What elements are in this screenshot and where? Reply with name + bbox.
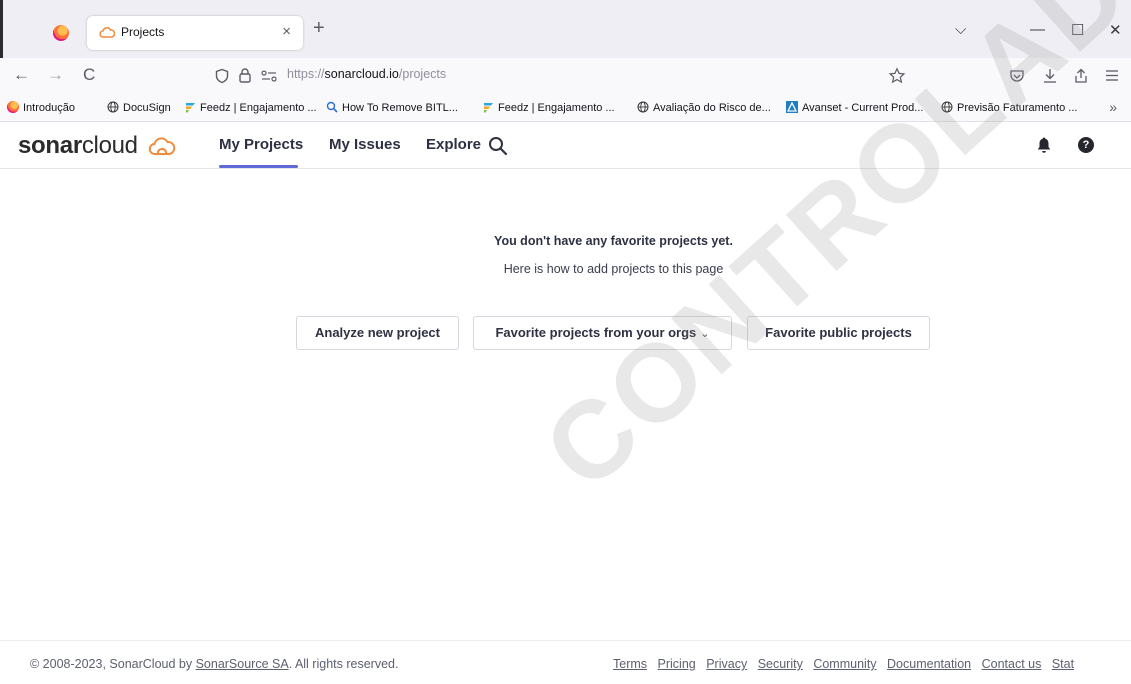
nav-my-issues[interactable]: My Issues bbox=[329, 136, 401, 153]
active-nav-indicator bbox=[219, 165, 298, 168]
bookmark-label: Introdução bbox=[23, 102, 75, 114]
footer-link-pricing[interactable]: Pricing bbox=[658, 657, 696, 671]
lock-icon[interactable] bbox=[238, 67, 252, 84]
footer-link-security[interactable]: Security bbox=[758, 657, 803, 671]
forward-icon[interactable]: → bbox=[47, 65, 64, 85]
footer-link-status[interactable]: Stat bbox=[1052, 657, 1074, 671]
firefox-icon[interactable] bbox=[53, 25, 69, 41]
logo-regular-text: cloud bbox=[81, 132, 138, 159]
empty-state-title: You don't have any favorite projects yet… bbox=[494, 234, 733, 248]
nav-my-projects[interactable]: My Projects bbox=[219, 136, 303, 153]
footer-link-documentation[interactable]: Documentation bbox=[887, 657, 971, 671]
bookmarks-overflow-icon[interactable]: » bbox=[1109, 99, 1117, 115]
page-footer: © 2008-2023, SonarCloud by SonarSource S… bbox=[0, 640, 1131, 684]
list-tabs-icon[interactable]: ⌵ bbox=[955, 21, 966, 38]
bookmark-star-icon[interactable] bbox=[888, 67, 906, 85]
globe-icon bbox=[637, 101, 649, 113]
bookmark-label: Previsão Faturamento ... bbox=[957, 102, 1078, 114]
footer-link-community[interactable]: Community bbox=[813, 657, 876, 671]
cloud-logo-icon bbox=[148, 137, 176, 155]
footer-link-contact-us[interactable]: Contact us bbox=[982, 657, 1042, 671]
feedz-icon bbox=[186, 103, 195, 113]
footer-links: Terms Pricing Privacy Security Community… bbox=[613, 657, 1081, 671]
bookmark-label: Feedz | Engajamento ... bbox=[200, 102, 317, 114]
menu-icon[interactable] bbox=[1105, 69, 1119, 82]
footer-link-privacy[interactable]: Privacy bbox=[706, 657, 747, 671]
footer-link-terms[interactable]: Terms bbox=[613, 657, 647, 671]
search-icon[interactable] bbox=[487, 135, 509, 157]
globe-icon bbox=[107, 101, 119, 113]
analyze-new-project-button[interactable]: Analyze new project bbox=[296, 316, 459, 350]
sonarcloud-tab-icon bbox=[99, 27, 115, 38]
download-icon[interactable] bbox=[1042, 67, 1058, 84]
bookmark-item[interactable]: Introdução bbox=[7, 101, 75, 114]
firefox-icon bbox=[7, 101, 19, 113]
bookmark-label: How To Remove BITL... bbox=[342, 102, 458, 114]
favorite-public-projects-button[interactable]: Favorite public projects bbox=[747, 316, 930, 350]
back-icon[interactable]: ← bbox=[13, 65, 30, 85]
app-header: sonarcloud My Projects My Issues Explore… bbox=[0, 123, 1131, 169]
search-icon bbox=[326, 101, 338, 113]
bookmark-item[interactable]: Avaliação do Risco de... bbox=[637, 101, 771, 114]
share-icon[interactable] bbox=[1073, 67, 1089, 84]
copyright-prefix: © 2008-2023, SonarCloud by bbox=[30, 657, 196, 671]
url-host: sonarcloud.io bbox=[324, 67, 399, 81]
tab-close-icon[interactable]: × bbox=[282, 23, 291, 40]
favorite-org-projects-button[interactable]: Favorite projects from your orgs ⌄ bbox=[473, 316, 732, 350]
sonarcloud-logo[interactable]: sonarcloud bbox=[18, 132, 138, 160]
bookmark-item[interactable]: Feedz | Engajamento ... bbox=[482, 101, 615, 114]
bookmark-item[interactable]: Avanset - Current Prod... bbox=[786, 101, 923, 114]
tab-strip: Projects × + ⌵ — ☐ ✕ bbox=[0, 0, 1131, 58]
pocket-icon[interactable] bbox=[1009, 68, 1025, 84]
main-content: You don't have any favorite projects yet… bbox=[0, 170, 1131, 640]
bookmarks-toolbar: Introdução DocuSign Feedz | Engajamento … bbox=[0, 94, 1131, 122]
url-text[interactable]: https://sonarcloud.io/projects bbox=[287, 67, 446, 81]
help-icon[interactable]: ? bbox=[1078, 137, 1094, 153]
new-tab-button[interactable]: + bbox=[313, 17, 325, 40]
logo-bold-text: sonar bbox=[18, 132, 82, 159]
window-edge bbox=[0, 0, 3, 58]
navigation-toolbar: ← → C https://sonarcloud.io/projects bbox=[0, 58, 1131, 94]
bookmark-label: Avanset - Current Prod... bbox=[802, 102, 924, 114]
bookmark-item[interactable]: DocuSign bbox=[107, 101, 171, 114]
maximize-icon[interactable]: ☐ bbox=[1071, 21, 1084, 39]
avanset-icon bbox=[786, 101, 798, 113]
bookmark-item[interactable]: Previsão Faturamento ... bbox=[941, 101, 1077, 114]
bookmark-label: DocuSign bbox=[123, 102, 171, 114]
bookmark-item[interactable]: Feedz | Engajamento ... bbox=[184, 101, 317, 114]
favorite-org-projects-label: Favorite projects from your orgs bbox=[495, 325, 697, 340]
browser-window: Projects × + ⌵ — ☐ ✕ ← → C https://sonar… bbox=[0, 0, 1131, 684]
minimize-icon[interactable]: — bbox=[1030, 21, 1045, 38]
shield-icon[interactable] bbox=[214, 68, 230, 84]
tab-projects[interactable]: Projects × bbox=[87, 16, 303, 50]
copyright-suffix: . All rights reserved. bbox=[288, 657, 399, 671]
feedz-icon bbox=[484, 103, 493, 113]
bookmark-item[interactable]: How To Remove BITL... bbox=[326, 101, 458, 114]
reload-icon[interactable]: C bbox=[83, 65, 95, 85]
url-scheme: https:// bbox=[287, 67, 325, 81]
url-bar[interactable]: https://sonarcloud.io/projects bbox=[202, 62, 912, 90]
permissions-icon[interactable] bbox=[260, 69, 278, 83]
tab-title: Projects bbox=[121, 25, 165, 39]
sonarsource-link[interactable]: SonarSource SA bbox=[196, 657, 289, 671]
chevron-down-icon: ⌄ bbox=[700, 328, 710, 340]
close-window-icon[interactable]: ✕ bbox=[1109, 21, 1122, 39]
nav-explore[interactable]: Explore bbox=[426, 136, 481, 153]
empty-state-subtitle: Here is how to add projects to this page bbox=[503, 262, 724, 276]
bookmark-label: Avaliação do Risco de... bbox=[653, 102, 771, 114]
copyright-text: © 2008-2023, SonarCloud by SonarSource S… bbox=[30, 657, 398, 671]
globe-icon bbox=[941, 101, 953, 113]
notifications-bell-icon[interactable] bbox=[1036, 136, 1052, 154]
url-path: /projects bbox=[398, 67, 447, 81]
bookmark-label: Feedz | Engajamento ... bbox=[498, 102, 615, 114]
